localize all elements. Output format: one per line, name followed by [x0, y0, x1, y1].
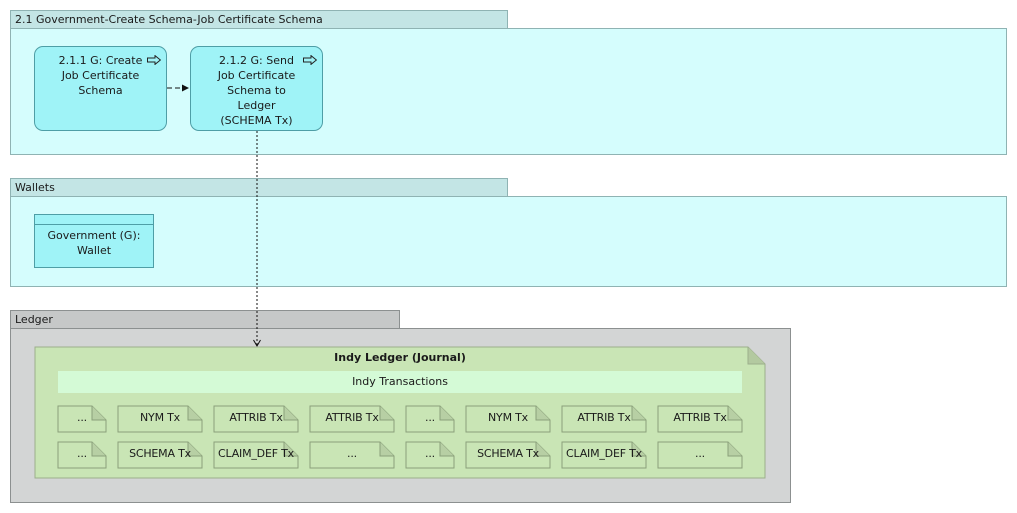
transaction-label: ...: [77, 411, 87, 424]
transaction-label: ATTRIB Tx: [325, 411, 379, 424]
transaction-label: ATTRIB Tx: [229, 411, 283, 424]
indy-transactions-strip: Indy Transactions: [58, 371, 742, 393]
transaction-label: CLAIM_DEF Tx: [218, 447, 294, 460]
transaction-label: NYM Tx: [140, 411, 180, 424]
transaction-label: ...: [347, 447, 357, 460]
transaction-label: SCHEMA Tx: [129, 447, 191, 460]
transaction-label: SCHEMA Tx: [477, 447, 539, 460]
transaction-label: CLAIM_DEF Tx: [566, 447, 642, 460]
transaction-label: ...: [425, 447, 435, 460]
transaction-label: ATTRIB Tx: [577, 411, 631, 424]
transaction-label: ATTRIB Tx: [673, 411, 727, 424]
transaction-label: ...: [695, 447, 705, 460]
transaction-label: ...: [77, 447, 87, 460]
journal-title: Indy Ledger (Journal): [334, 351, 466, 364]
transaction-label: ...: [425, 411, 435, 424]
transaction-label: NYM Tx: [488, 411, 528, 424]
indy-transactions-label: Indy Transactions: [352, 375, 448, 388]
diagram-shapes: [34, 84, 766, 479]
